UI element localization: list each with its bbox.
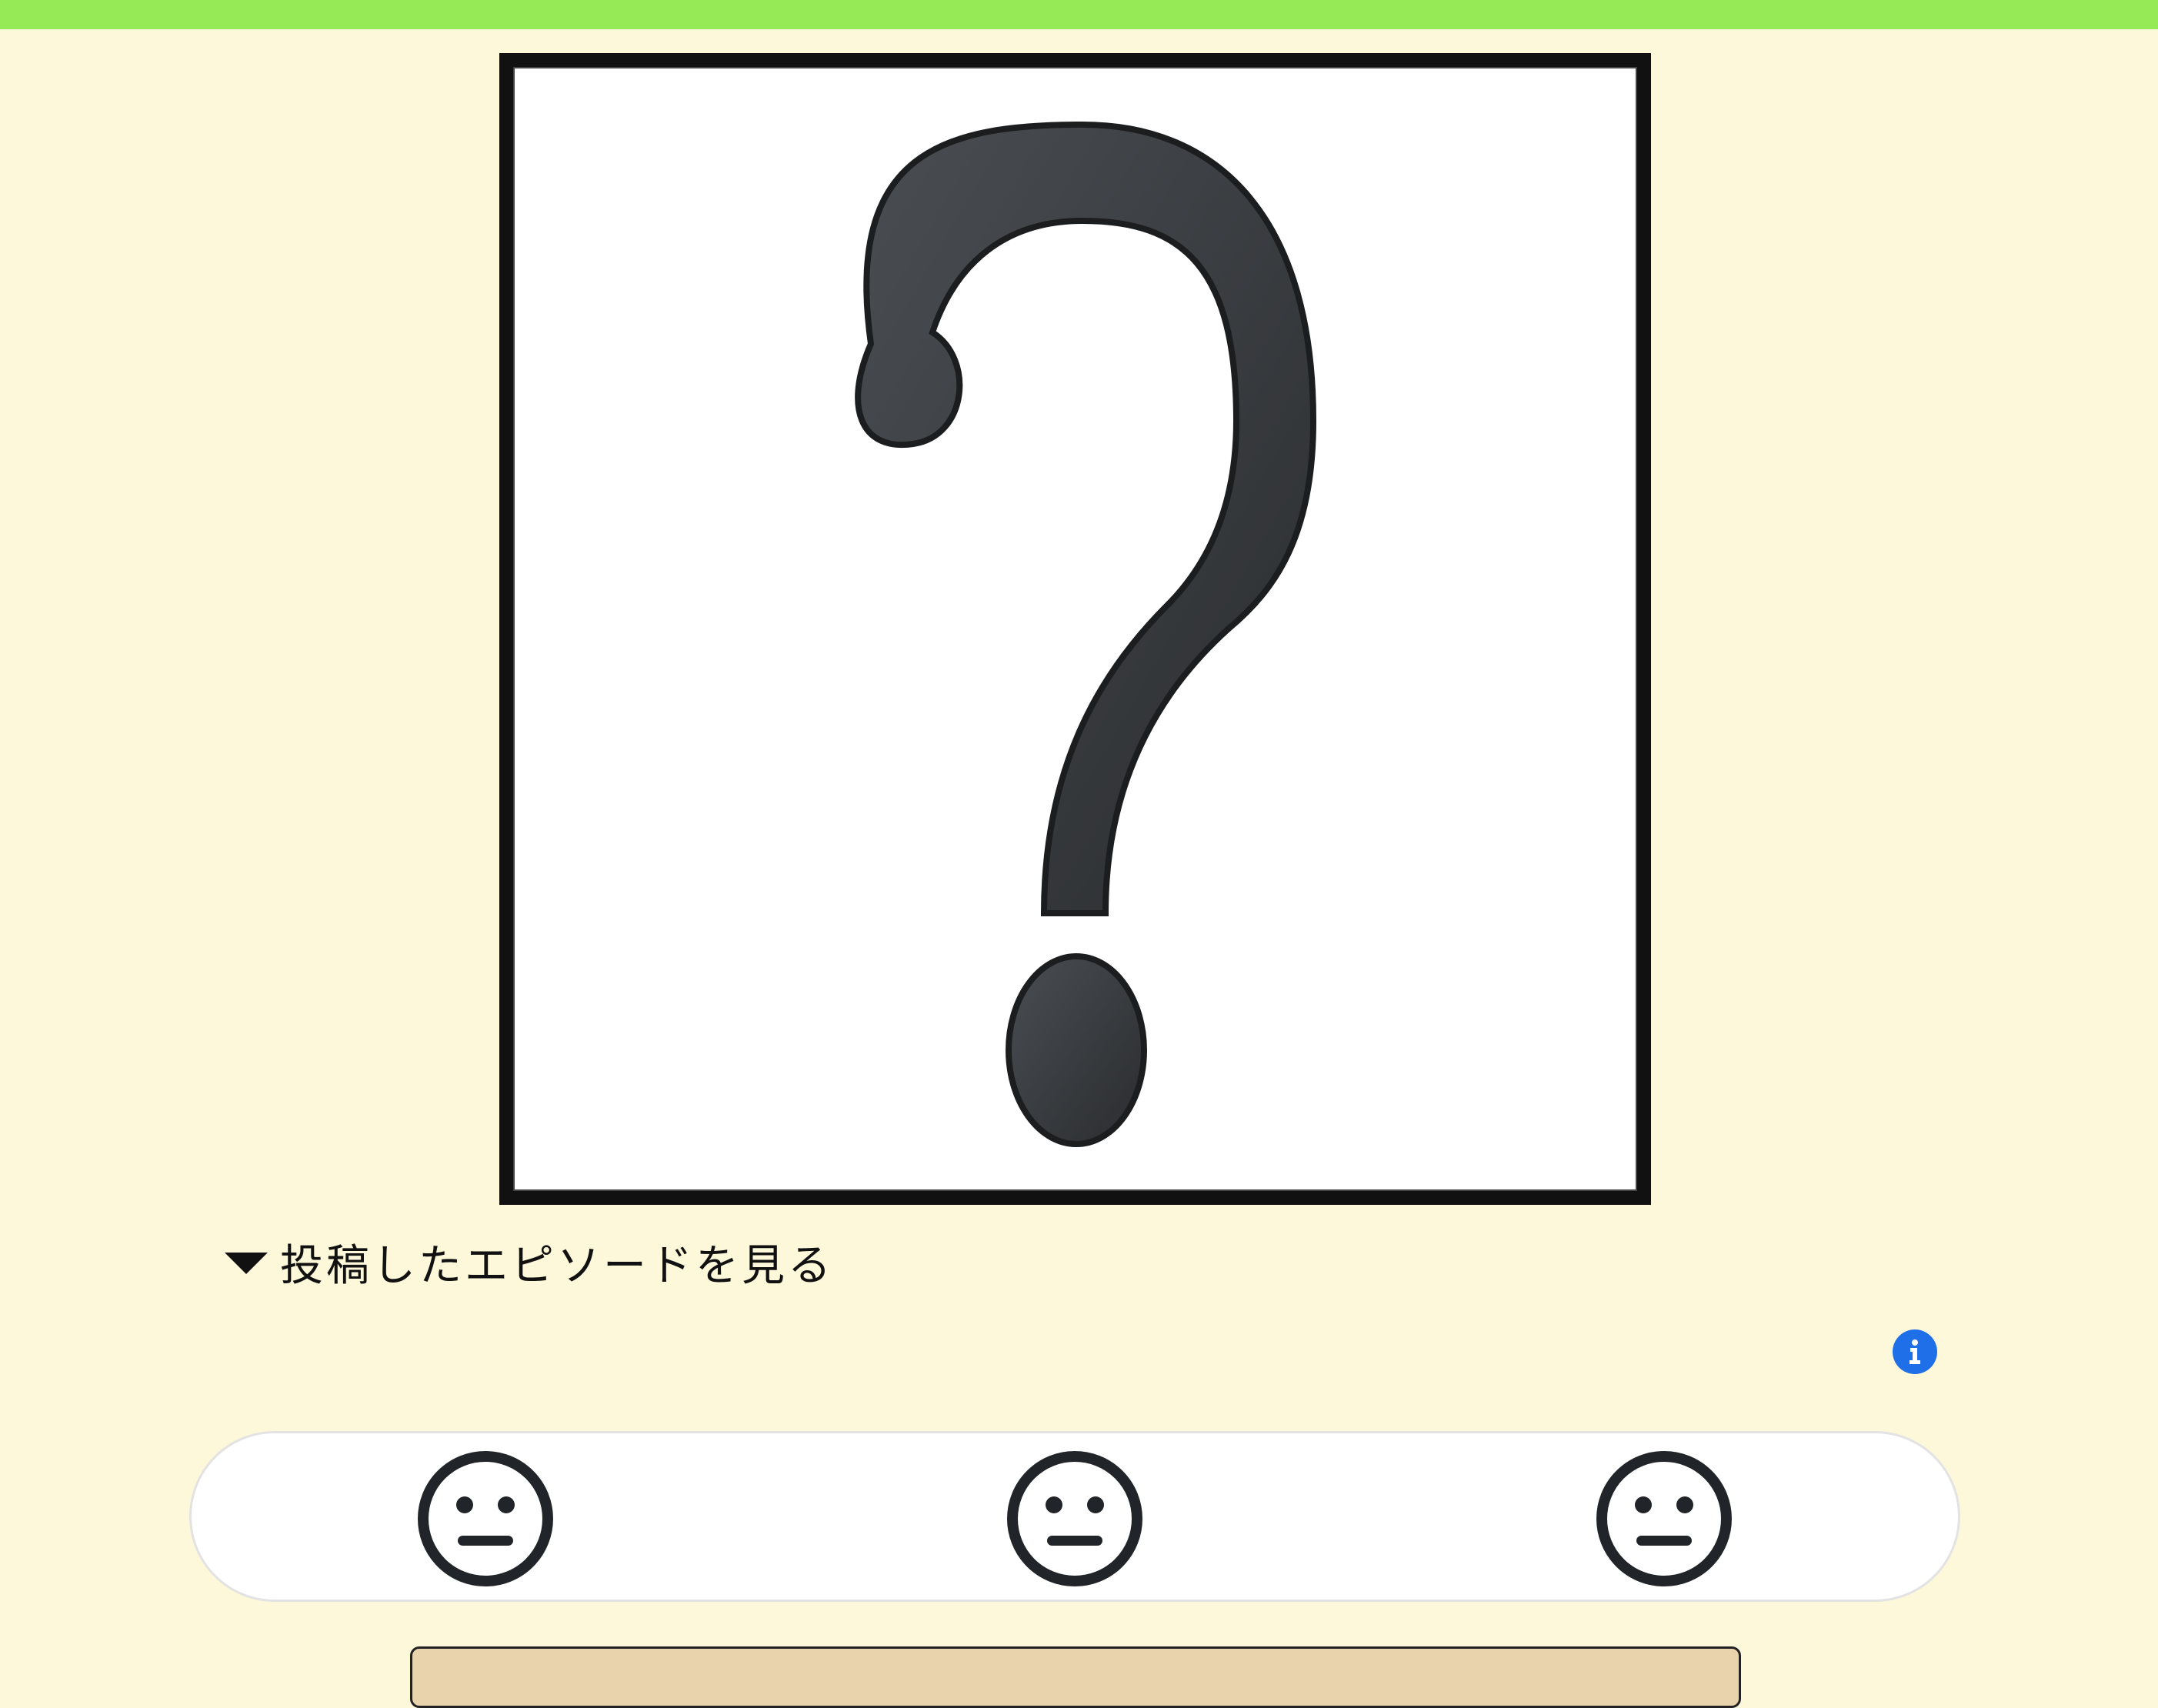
neutral-face-icon [418, 1451, 553, 1586]
info-icon[interactable] [1893, 1329, 1937, 1374]
bottom-panel [410, 1646, 1741, 1708]
view-episodes-label: 投稿したエピソードを見る [280, 1240, 834, 1291]
question-mark-icon [855, 121, 1317, 1147]
caret-down-icon [225, 1253, 268, 1274]
reaction-button-1[interactable] [416, 1449, 555, 1588]
reaction-bar [189, 1431, 1960, 1602]
neutral-face-icon [1007, 1451, 1142, 1586]
reaction-button-2[interactable] [1006, 1449, 1144, 1588]
episode-image [499, 53, 1651, 1205]
top-accent-bar [0, 0, 2158, 29]
view-episodes-toggle[interactable]: 投稿したエピソードを見る [223, 1235, 834, 1291]
neutral-face-icon [1596, 1451, 1732, 1586]
reaction-button-3[interactable] [1595, 1449, 1733, 1588]
